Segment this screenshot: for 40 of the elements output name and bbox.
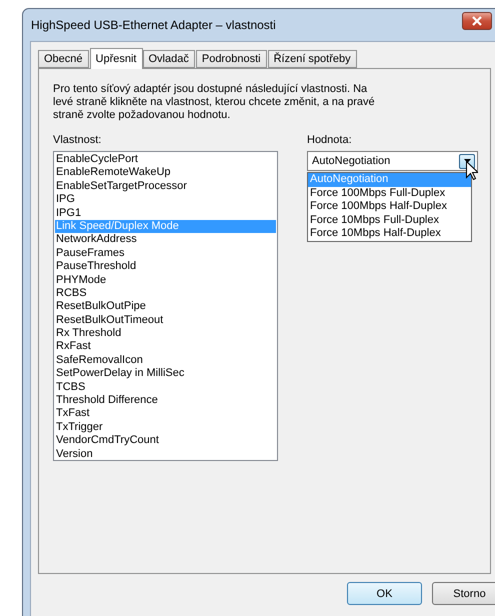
list-item[interactable]: NetworkAddress — [55, 233, 276, 247]
list-item[interactable]: Rx Threshold — [55, 327, 276, 340]
tab[interactable]: Ovladač — [142, 50, 195, 68]
tab[interactable]: Podrobnosti — [196, 50, 267, 68]
dropdown-option[interactable]: Force 100Mbps Half-Duplex — [308, 200, 471, 214]
list-item[interactable]: Version — [55, 448, 276, 461]
ok-button[interactable]: OK — [347, 582, 422, 605]
dropdown-option[interactable]: Force 10Mbps Full-Duplex — [308, 214, 471, 228]
list-item[interactable]: IPG1 — [55, 206, 276, 220]
list-item[interactable]: PHYMode — [55, 274, 276, 287]
tab[interactable]: Obecné — [38, 50, 89, 68]
list-item[interactable]: RxFast — [55, 340, 276, 354]
list-item[interactable]: TxFast — [55, 407, 276, 421]
list-item[interactable]: SetPowerDelay in MilliSec — [55, 367, 276, 381]
dropdown-option[interactable]: Force 10Mbps Half-Duplex — [308, 227, 471, 241]
list-item[interactable]: EnableCyclePort — [55, 153, 276, 166]
close-icon — [471, 16, 483, 26]
list-item[interactable]: RCBS — [55, 286, 276, 300]
tab[interactable]: Řízení spotřeby — [268, 50, 357, 68]
list-item[interactable]: IPG — [55, 193, 276, 207]
close-button[interactable] — [462, 12, 492, 30]
property-label: Vlastnost: — [53, 134, 102, 147]
list-item[interactable]: ResetBulkOutPipe — [55, 300, 276, 314]
description-text: Pro tento síťový adaptér jsou dostupné následující vlastnosti. Na levé straně klikněte na vlastnost, kterou chcete změnit, a na pravé straně zvolte požadovanou hodnotu. — [53, 83, 376, 122]
window-title: HighSpeed USB-Ethernet Adapter – vlastnosti — [31, 18, 276, 32]
list-item[interactable]: PauseFrames — [55, 246, 276, 260]
list-item[interactable]: VendorCmdTryCount — [55, 434, 276, 448]
cancel-button[interactable]: Storno — [432, 582, 495, 605]
list-item[interactable]: ResetBulkOutTimeout — [55, 314, 276, 328]
list-item[interactable]: Threshold Difference — [55, 394, 276, 408]
value-dropdown[interactable]: AutoNegotiation — [307, 151, 478, 171]
list-item[interactable]: PauseThreshold — [55, 260, 276, 274]
value-label: Hodnota: — [307, 134, 353, 147]
list-item[interactable]: TCBS — [55, 380, 276, 394]
tab[interactable]: Upřesnit — [90, 48, 142, 69]
dropdown-option[interactable]: Force 100Mbps Full-Duplex — [308, 186, 471, 200]
list-item[interactable]: EnableRemoteWakeUp — [55, 166, 276, 180]
list-item[interactable]: SafeRemovalIcon — [55, 354, 276, 368]
list-item[interactable]: EnableSetTargetProcessor — [55, 180, 276, 194]
list-item[interactable]: TxTrigger — [55, 420, 276, 434]
